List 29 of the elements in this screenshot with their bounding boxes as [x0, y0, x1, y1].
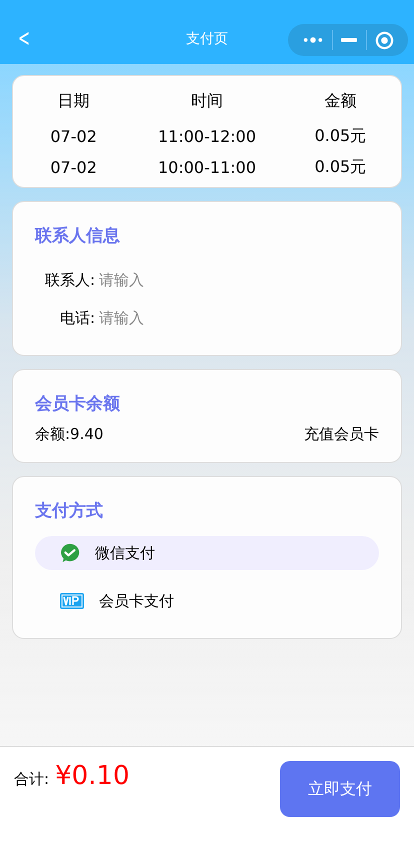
table-cell: 10:00-11:00 — [158, 158, 256, 177]
recharge-link[interactable]: 充值会员卡 — [304, 425, 379, 444]
table-cell: 0.05元 — [314, 157, 366, 178]
field-label: 电话: — [58, 308, 95, 328]
table-cell: 07-02 — [50, 158, 97, 177]
column-header: 时间 — [191, 91, 223, 112]
section-title: 支付方式 — [35, 500, 103, 522]
table-cell: 07-02 — [50, 127, 97, 146]
section-title: 联系人信息 — [35, 225, 120, 247]
more-icon[interactable] — [302, 35, 324, 45]
pay-button[interactable]: 立即支付 — [280, 761, 400, 817]
field-label: 联系人: — [44, 270, 95, 290]
minimize-icon[interactable] — [341, 38, 358, 42]
chat-check-icon — [59, 542, 81, 564]
balance-text: 余额:9.40 — [35, 425, 104, 444]
column-header: 金额 — [324, 91, 356, 112]
payment-option[interactable]: 微信支付 — [35, 536, 379, 570]
input-field[interactable]: 请输入 — [99, 271, 299, 289]
section-title: 会员卡余额 — [35, 393, 120, 415]
table-cell: 0.05元 — [314, 126, 366, 147]
table-cell: 11:00-12:00 — [158, 127, 256, 146]
vip-icon — [59, 592, 85, 610]
column-header: 日期 — [58, 91, 90, 112]
total-amount: ¥0.10 — [55, 761, 130, 791]
total-label: 合计: — [14, 770, 50, 789]
payment-option[interactable]: 会员卡支付 — [35, 584, 379, 618]
input-field[interactable]: 请输入 — [99, 309, 299, 327]
page-title: 支付页 — [185, 30, 229, 48]
close-icon[interactable] — [374, 30, 394, 50]
